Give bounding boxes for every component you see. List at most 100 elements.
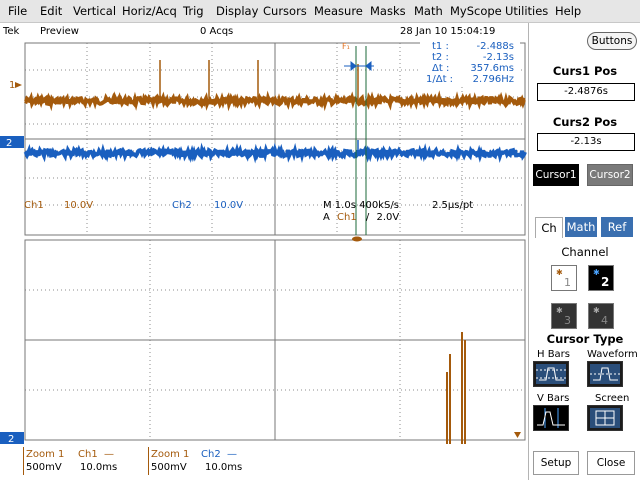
menu-utilities[interactable]: Utilities [505, 4, 548, 18]
menu-measure[interactable]: Measure [314, 4, 363, 18]
trigger-level: 2.0V [376, 212, 400, 223]
curs1-pos-field[interactable]: -2.4876s [537, 83, 635, 101]
h-bars-icon [536, 364, 566, 384]
channel-3-button[interactable]: ✱ 3 [551, 303, 577, 329]
scope-display[interactable]: 1 2 2 F₁ t1 : -2.488s t2 : -2.13s Δt : 357.… [0, 40, 528, 480]
ch1-scale[interactable]: 10.0V [64, 200, 93, 211]
h-bars-button[interactable] [533, 361, 569, 387]
inv-dt-value: 2.796Hz [472, 74, 514, 85]
zoom-ch2-marker-label: 2 [8, 434, 14, 445]
buttons-toggle[interactable]: Buttons [587, 32, 637, 50]
zoom2-label: Zoom 1 [151, 449, 190, 460]
cursor2-button[interactable]: Cursor2 [587, 164, 633, 186]
zoom-ch1-pulses [446, 332, 466, 444]
ch3-number: 3 [564, 314, 571, 327]
cursor1-button[interactable]: Cursor1 [533, 164, 579, 186]
cursor-readout: t1 : -2.488s t2 : -2.13s Δt : 357.6ms 1/Δt … [420, 41, 520, 85]
ch2-star-icon: ✱ [593, 268, 600, 277]
brand-label: Tek [3, 26, 20, 37]
inv-dt-label: 1/Δt : [426, 74, 454, 85]
menu-display[interactable]: Display [216, 4, 258, 18]
ch1-star-icon: ✱ [556, 268, 563, 277]
t2-label: t2 : [432, 52, 449, 63]
ch1-label[interactable]: Ch1 [24, 200, 44, 211]
zoom1-line: — [104, 449, 114, 460]
menu-horiz-acq[interactable]: Horiz/Acq [122, 4, 177, 18]
trigger-readout[interactable]: A Ch1 / 2.0V [323, 212, 399, 223]
acq-count: 0 Acqs [200, 26, 234, 37]
menu-vertical[interactable]: Vertical [73, 4, 116, 18]
zoom1-channel: Ch1 [78, 449, 98, 460]
menu-math[interactable]: Math [414, 4, 443, 18]
trigger-source: Ch1 [337, 212, 357, 223]
waveform-button[interactable] [587, 361, 623, 387]
tab-ref[interactable]: Ref [601, 217, 633, 237]
zoom2-scale: 500mV [151, 462, 187, 473]
curs2-pos-field[interactable]: -2.13s [537, 133, 635, 151]
t1-label: t1 : [432, 41, 449, 52]
resolution-readout: 2.5μs/pt [432, 200, 474, 211]
ch2-ground-marker[interactable]: 2 [0, 136, 24, 149]
menu-cursors[interactable]: Cursors [263, 4, 307, 18]
control-panel: Buttons Curs1 Pos -2.4876s Curs2 Pos -2.… [528, 23, 640, 480]
cursor-delta-arrow [344, 60, 374, 72]
h-bars-label: H Bars [537, 349, 571, 360]
zoom-readout-2[interactable]: Zoom 1 Ch2 — 500mV 10.0ms [148, 447, 264, 475]
v-bars-button[interactable] [533, 405, 569, 431]
zoom2-line: — [227, 449, 237, 460]
channel-4-button[interactable]: ✱ 4 [588, 303, 614, 329]
timebase-readout[interactable]: M 1.0s 400kS/s [323, 200, 399, 211]
menu-file[interactable]: File [8, 4, 27, 18]
ch4-number: 4 [601, 314, 608, 327]
menu-trig[interactable]: Trig [183, 4, 204, 18]
ch2-marker-label: 2 [6, 138, 12, 149]
menu-bar: File Edit Vertical Horiz/Acq Trig Displa… [0, 0, 640, 23]
screen-icon [590, 408, 620, 428]
cursor-f-label: F₁ [342, 42, 350, 51]
screen-label: Screen [595, 393, 630, 404]
channel-title: Channel [561, 245, 609, 259]
close-button[interactable]: Close [587, 451, 635, 475]
ch1-ground-marker[interactable]: 1 [9, 80, 22, 91]
menu-edit[interactable]: Edit [40, 4, 62, 18]
dt-label: Δt : [432, 63, 450, 74]
zoom1-label: Zoom 1 [26, 449, 65, 460]
waveform-icon [590, 364, 620, 384]
menu-help[interactable]: Help [555, 4, 581, 18]
t1-value: -2.488s [476, 41, 514, 52]
zoom-readout-1[interactable]: Zoom 1 Ch1 — 500mV 10.0ms [23, 447, 139, 475]
waveform-label: Waveform [587, 349, 638, 360]
ch2-label[interactable]: Ch2 [172, 200, 192, 211]
ch2-number: 2 [601, 275, 610, 289]
setup-button[interactable]: Setup [533, 451, 579, 475]
zoom2-channel: Ch2 [201, 449, 221, 460]
dt-value: 357.6ms [470, 63, 514, 74]
ch2-scale[interactable]: 10.0V [214, 200, 243, 211]
ch3-star-icon: ✱ [556, 306, 563, 315]
zoom1-time: 10.0ms [80, 462, 118, 473]
zoom-ch2-marker[interactable]: 2 [0, 432, 24, 445]
ch1trace-noise [24, 90, 526, 112]
waveform-display[interactable]: 1 2 2 [0, 40, 528, 480]
ch1-marker-label: 1 [9, 80, 15, 91]
zoom1-scale: 500mV [26, 462, 62, 473]
curs2-pos-title: Curs2 Pos [552, 115, 618, 129]
date-time: 28 Jan 10 15:04:19 [400, 26, 496, 37]
zoom2-time: 10.0ms [205, 462, 243, 473]
tab-ch[interactable]: Ch [535, 217, 563, 238]
t2-value: -2.13s [482, 52, 514, 63]
trigger-prefix: A [323, 212, 330, 223]
menu-masks[interactable]: Masks [370, 4, 406, 18]
channel-2-button[interactable]: ✱ 2 [588, 265, 614, 291]
tab-math[interactable]: Math [565, 217, 597, 237]
ch4-star-icon: ✱ [593, 306, 600, 315]
v-bars-icon [537, 408, 565, 428]
zoom-end-arrow [514, 432, 521, 438]
zoom-box-indicator [352, 236, 362, 242]
screen-button[interactable] [587, 405, 623, 431]
trigger-slope: / [365, 212, 370, 223]
status-row: Tek Preview 0 Acqs 28 Jan 10 15:04:19 [0, 23, 528, 40]
menu-myscope[interactable]: MyScope [450, 4, 502, 18]
channel-1-button[interactable]: ✱ 1 [551, 265, 577, 291]
v-bars-label: V Bars [537, 393, 570, 404]
